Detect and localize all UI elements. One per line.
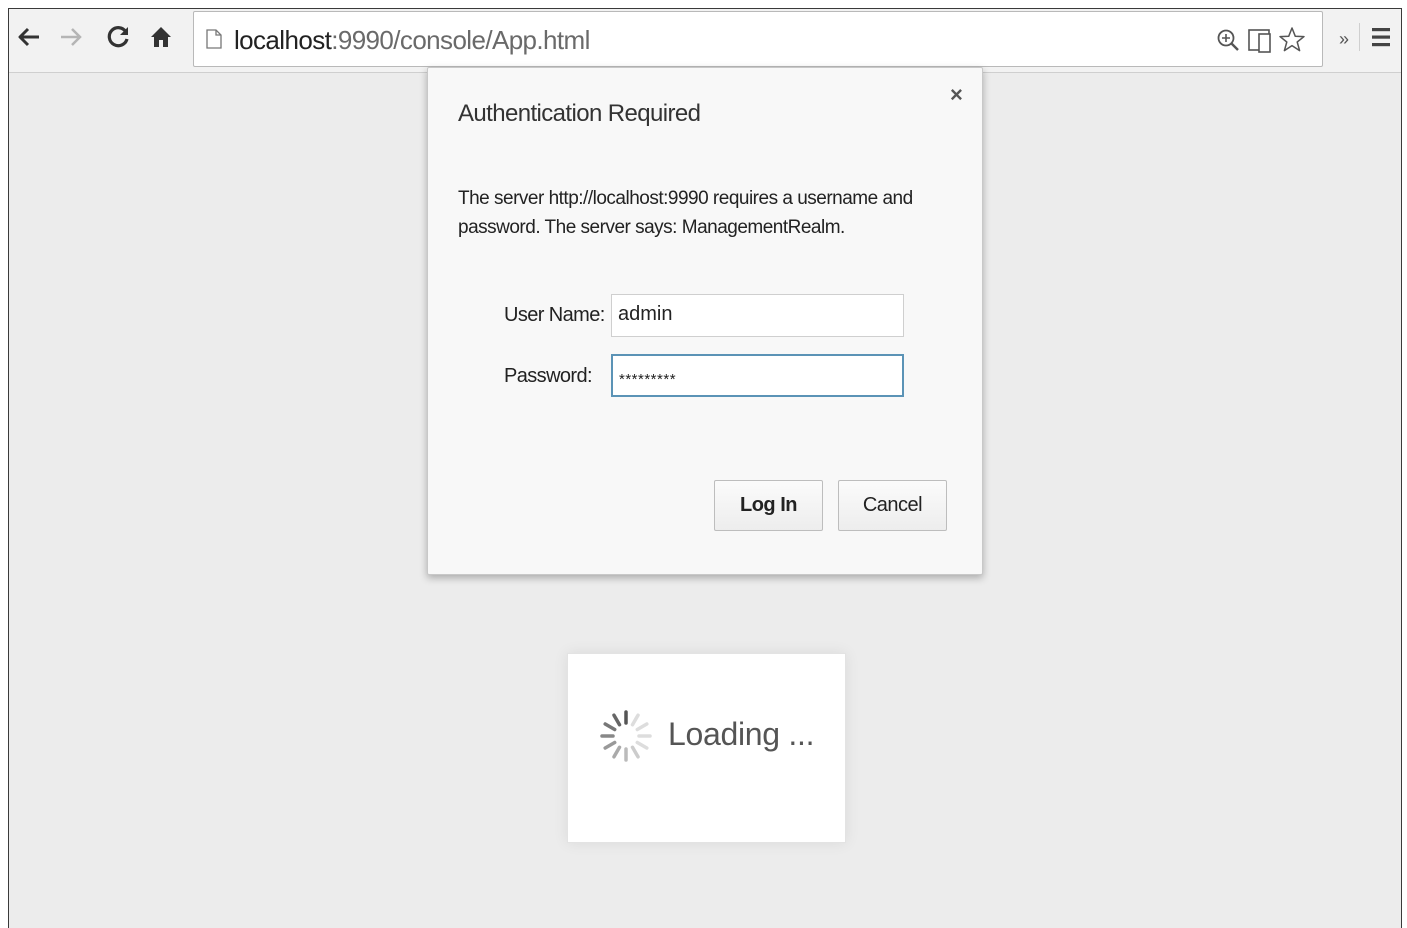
- spinner-icon: [598, 708, 654, 769]
- dialog-title: Authentication Required: [458, 100, 701, 127]
- url-path: /console/App.html: [393, 25, 590, 55]
- back-arrow-icon[interactable]: [15, 23, 43, 51]
- star-icon[interactable]: [1278, 26, 1306, 54]
- toolbar-divider: [1359, 23, 1360, 51]
- url-port: :9990: [331, 25, 394, 55]
- password-label: Password:: [504, 365, 593, 387]
- address-bar[interactable]: localhost:9990/console/App.html: [193, 11, 1323, 67]
- username-field[interactable]: admin: [611, 294, 904, 337]
- reload-icon[interactable]: [105, 23, 133, 51]
- loading-panel: Loading ...: [567, 653, 846, 843]
- zoom-icon[interactable]: [1214, 26, 1242, 54]
- hamburger-menu-icon[interactable]: [1371, 25, 1391, 54]
- cancel-button[interactable]: Cancel: [838, 480, 947, 531]
- url-text: localhost:9990/console/App.html: [234, 25, 590, 56]
- device-mode-icon[interactable]: [1246, 26, 1274, 54]
- loading-text: Loading ...: [668, 716, 815, 752]
- password-field[interactable]: *********: [611, 354, 904, 397]
- forward-arrow-icon[interactable]: [57, 23, 85, 51]
- auth-dialog: Authentication Required × The server htt…: [427, 67, 983, 575]
- dialog-message: The server http://localhost:9990 require…: [458, 188, 913, 238]
- close-icon[interactable]: ×: [950, 82, 963, 108]
- password-value: *********: [619, 371, 677, 388]
- username-label: User Name:: [504, 304, 605, 326]
- browser-toolbar: localhost:9990/console/App.html »: [9, 9, 1401, 73]
- chevron-double-right-icon[interactable]: »: [1339, 29, 1349, 50]
- browser-window: localhost:9990/console/App.html » Authen…: [8, 8, 1402, 928]
- login-button[interactable]: Log In: [714, 480, 823, 531]
- home-icon[interactable]: [147, 23, 175, 51]
- username-value: admin: [618, 303, 673, 325]
- page-icon: [206, 29, 222, 54]
- url-host: localhost: [234, 25, 332, 55]
